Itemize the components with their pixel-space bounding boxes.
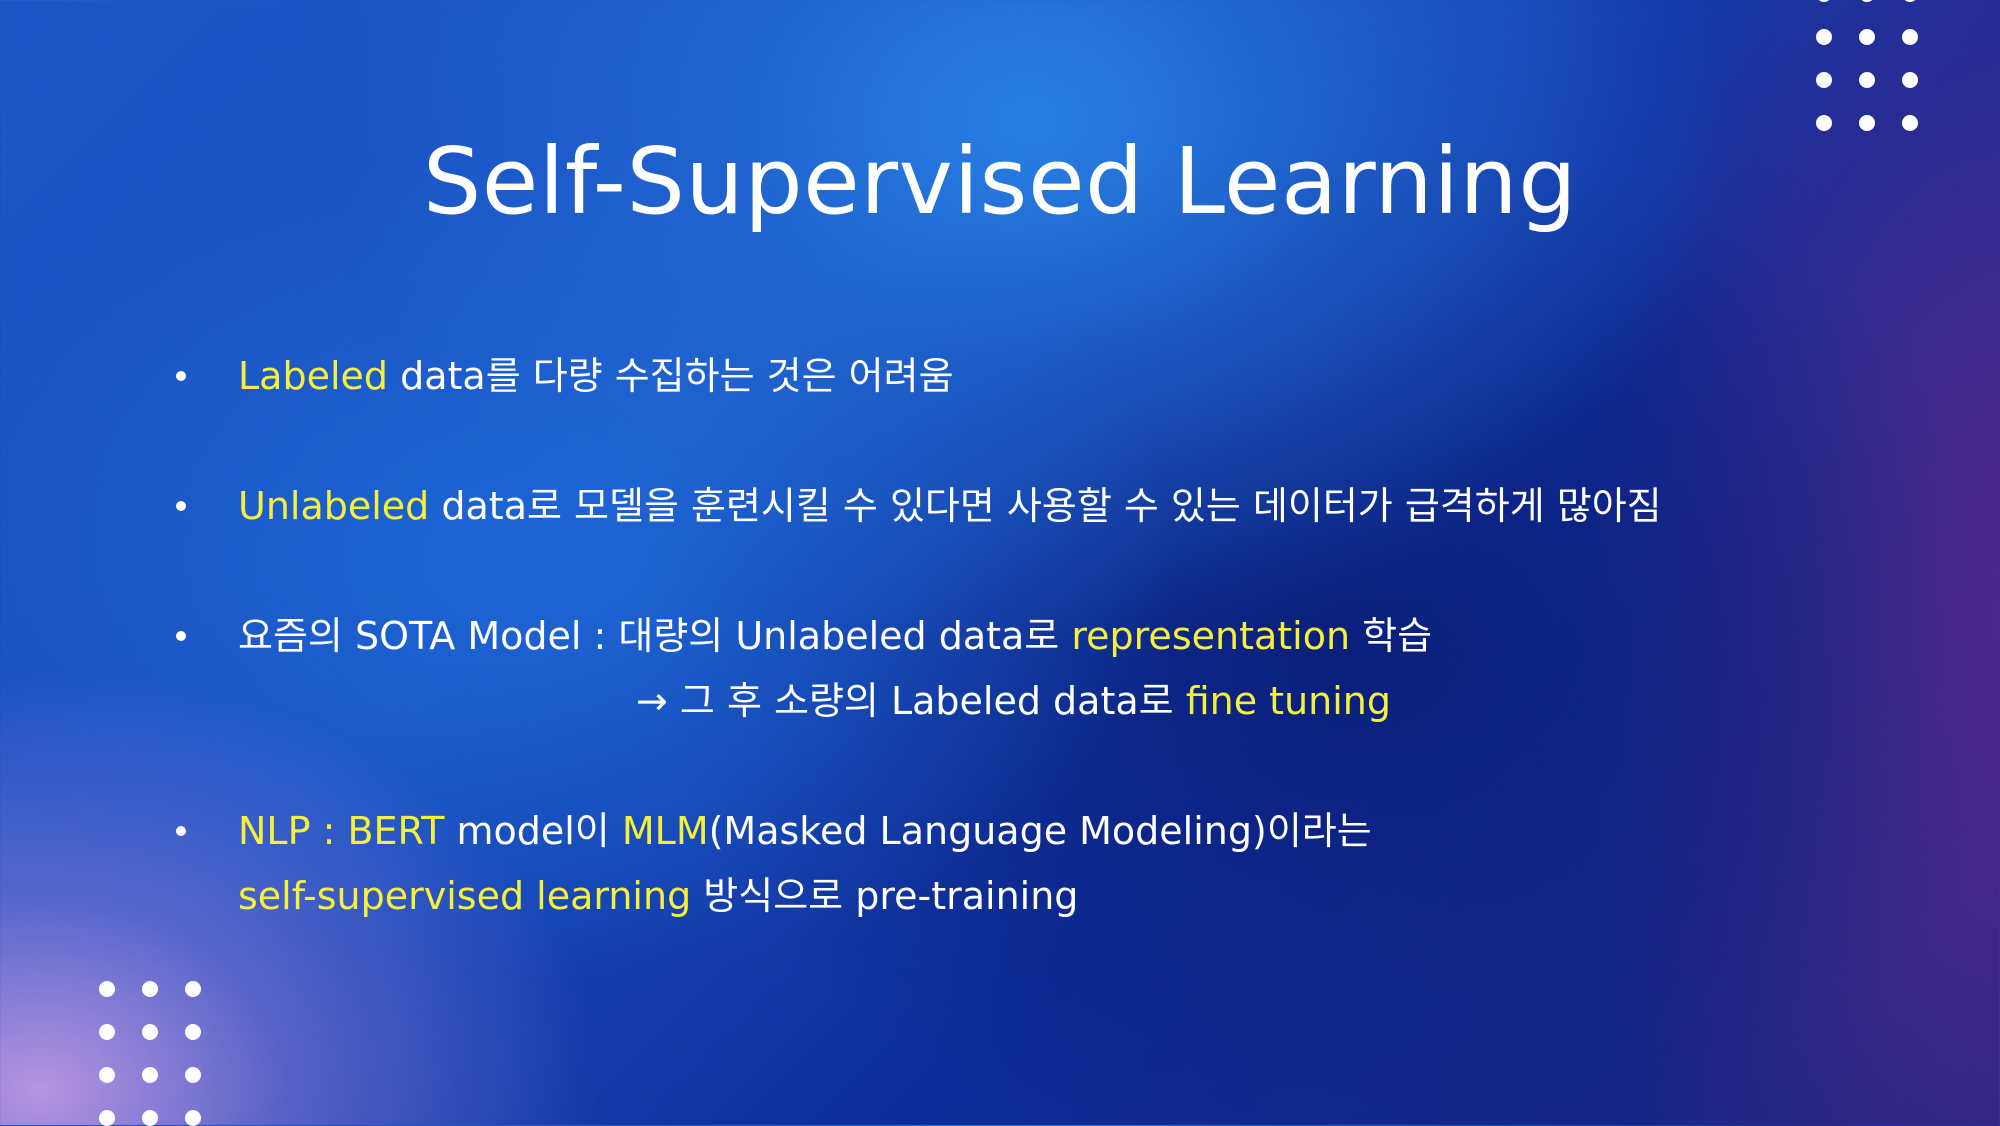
highlight-text: Labeled xyxy=(238,354,389,398)
bullet-text: (Masked Language Modeling)이라는 xyxy=(708,809,1372,853)
highlight-text: self-supervised learning xyxy=(238,874,692,918)
dot xyxy=(1859,0,1875,2)
dot xyxy=(99,1067,115,1083)
bullet-text: 학습 xyxy=(1350,614,1433,658)
decorative-dot-grid-bottom-left xyxy=(99,981,201,1126)
decorative-dot-grid-top-right xyxy=(1816,0,1918,131)
bullet-text: → 그 후 소량의 Labeled data로 xyxy=(636,679,1186,723)
dot xyxy=(1902,72,1918,88)
highlight-text: MLM xyxy=(621,809,709,853)
dot xyxy=(1902,29,1918,45)
bullet-marker xyxy=(176,631,186,641)
bullet-line-3: 요즘의 SOTA Model : 대량의 Unlabeled data로 rep… xyxy=(238,611,1432,661)
highlight-text: fine tuning xyxy=(1185,679,1391,723)
dot xyxy=(1816,29,1832,45)
dot xyxy=(1859,72,1875,88)
highlight-text: Unlabeled xyxy=(238,484,430,528)
dot xyxy=(142,1110,158,1126)
dot xyxy=(1902,0,1918,2)
dot xyxy=(1816,0,1832,2)
highlight-text: representation xyxy=(1071,614,1351,658)
bullet-text: model이 xyxy=(444,809,622,853)
slide-title: Self-Supervised Learning xyxy=(422,128,1578,235)
dot xyxy=(142,981,158,997)
dot xyxy=(185,1110,201,1126)
highlight-text: NLP : BERT xyxy=(238,809,445,853)
dot xyxy=(99,1110,115,1126)
bullet-text: data를 다량 수집하는 것은 어려움 xyxy=(388,354,954,398)
dot xyxy=(185,1067,201,1083)
dot xyxy=(99,981,115,997)
dot xyxy=(1859,29,1875,45)
bullet-text: data로 모델을 훈련시킬 수 있다면 사용할 수 있는 데이터가 급격하게 … xyxy=(429,484,1662,528)
bullet-marker xyxy=(176,371,186,381)
bullet-line-3-continuation: → 그 후 소량의 Labeled data로 fine tuning xyxy=(636,676,1391,726)
dot xyxy=(185,981,201,997)
bullet-line-4-continuation: self-supervised learning 방식으로 pre-traini… xyxy=(238,871,1078,921)
bullet-marker xyxy=(176,826,186,836)
dot xyxy=(142,1024,158,1040)
bullet-marker xyxy=(176,501,186,511)
bullet-line-2: Unlabeled data로 모델을 훈련시킬 수 있다면 사용할 수 있는 … xyxy=(238,481,1662,531)
dot xyxy=(185,1024,201,1040)
bullet-line-4: NLP : BERT model이 MLM(Masked Language Mo… xyxy=(238,806,1372,856)
bullet-text: 방식으로 pre-training xyxy=(691,874,1079,918)
bullet-text: 요즘의 SOTA Model : 대량의 Unlabeled data로 xyxy=(238,614,1072,658)
dot xyxy=(1816,72,1832,88)
dot xyxy=(142,1067,158,1083)
dot xyxy=(99,1024,115,1040)
bullet-line-1: Labeled data를 다량 수집하는 것은 어려움 xyxy=(238,351,954,401)
